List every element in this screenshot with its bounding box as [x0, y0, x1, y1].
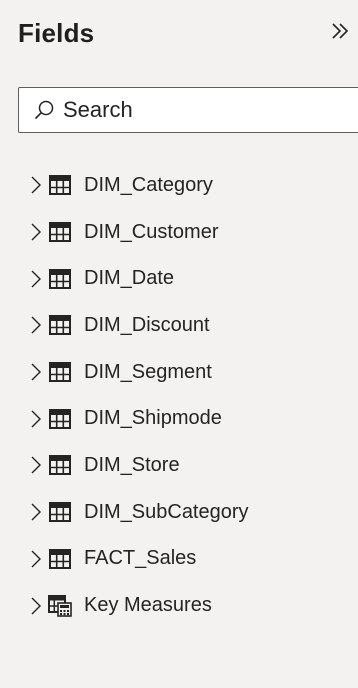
chevron-right-icon[interactable] [28, 408, 44, 430]
field-item-dim-shipmode[interactable]: DIM_Shipmode [0, 395, 358, 442]
search-input[interactable] [63, 97, 323, 123]
collapse-pane-button[interactable] [326, 18, 356, 48]
chevron-right-icon[interactable] [28, 454, 44, 476]
field-label: FACT_Sales [84, 547, 197, 570]
field-list: DIM_Category DIM_Customer DIM_Date DIM_D… [0, 162, 358, 629]
field-item-dim-customer[interactable]: DIM_Customer [0, 209, 358, 256]
field-label: DIM_Segment [84, 360, 212, 383]
field-item-key-measures[interactable]: Key Measures [0, 582, 358, 629]
chevron-right-icon[interactable] [28, 595, 44, 617]
chevron-right-icon[interactable] [28, 548, 44, 570]
table-icon [48, 221, 72, 243]
table-icon [48, 174, 72, 196]
field-item-dim-subcategory[interactable]: DIM_SubCategory [0, 489, 358, 536]
field-item-dim-discount[interactable]: DIM_Discount [0, 302, 358, 349]
double-chevron-right-icon [329, 19, 353, 48]
field-item-dim-store[interactable]: DIM_Store [0, 442, 358, 489]
pane-title: Fields [18, 18, 95, 48]
field-label: DIM_Category [84, 173, 213, 196]
search-icon [33, 99, 55, 121]
field-label: DIM_Shipmode [84, 407, 222, 430]
fields-pane: Fields Search DIM_Category DIM_Customer … [0, 0, 358, 688]
field-label: DIM_SubCategory [84, 500, 249, 523]
table-icon [48, 408, 72, 430]
field-item-dim-category[interactable]: DIM_Category [0, 162, 358, 209]
field-label: DIM_Customer [84, 220, 219, 243]
chevron-right-icon[interactable] [28, 268, 44, 290]
table-icon [48, 454, 72, 476]
field-label: DIM_Store [84, 453, 180, 476]
chevron-right-icon[interactable] [28, 221, 44, 243]
chevron-right-icon[interactable] [28, 501, 44, 523]
field-item-fact-sales[interactable]: FACT_Sales [0, 536, 358, 583]
table-icon [48, 268, 72, 290]
field-label: DIM_Discount [84, 313, 210, 336]
search-box[interactable] [18, 87, 358, 133]
chevron-right-icon[interactable] [28, 314, 44, 336]
chevron-right-icon[interactable] [28, 361, 44, 383]
chevron-right-icon[interactable] [28, 174, 44, 196]
table-icon [48, 361, 72, 383]
field-label: DIM_Date [84, 267, 175, 290]
table-icon [48, 501, 72, 523]
table-icon [48, 314, 72, 336]
measure-table-icon [48, 594, 72, 617]
field-item-dim-segment[interactable]: DIM_Segment [0, 349, 358, 396]
table-icon [48, 548, 72, 570]
field-item-dim-date[interactable]: DIM_Date [0, 255, 358, 302]
fields-pane-header: Fields [0, 0, 358, 64]
field-label: Key Measures [84, 594, 212, 617]
